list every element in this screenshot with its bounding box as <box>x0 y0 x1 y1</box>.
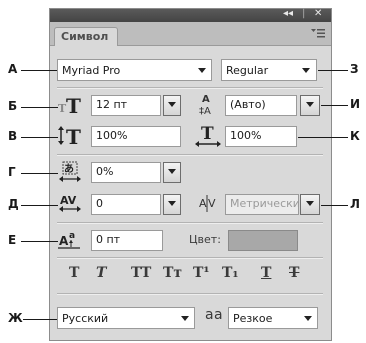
strikethrough-button[interactable]: T <box>289 265 299 281</box>
subscript-button[interactable]: T₁ <box>222 265 239 281</box>
leading-field[interactable]: (Авто) <box>225 95 297 116</box>
font-size-field[interactable]: 12 пт <box>91 95 161 116</box>
antialias-icon: a a <box>205 307 223 323</box>
font-family-value: Myriad Pro <box>62 64 121 77</box>
font-size-dropdown-button[interactable] <box>163 95 181 116</box>
svg-text:a: a <box>69 231 75 241</box>
chevron-down-icon <box>168 201 176 206</box>
tracking-icon: AV <box>59 194 81 212</box>
svg-text:V: V <box>208 197 216 210</box>
language-dropdown[interactable]: Русский <box>57 307 195 329</box>
separator <box>57 222 323 224</box>
callout-zh: Ж <box>8 311 23 325</box>
chevron-down-icon <box>304 316 312 321</box>
font-style-dropdown[interactable]: Regular <box>221 59 317 81</box>
callout-z: З <box>350 62 359 76</box>
callout-d: Д <box>8 197 19 211</box>
leader-line <box>318 70 348 71</box>
svg-text:T: T <box>66 126 81 146</box>
leader-line <box>21 205 58 206</box>
kerning-icon: A V <box>199 195 216 212</box>
svg-text:A: A <box>59 234 69 248</box>
tab-character[interactable]: Символ <box>54 27 118 46</box>
tsume-field[interactable]: 0% <box>91 162 161 183</box>
callout-v: В <box>8 129 18 143</box>
language-value: Русский <box>62 312 109 325</box>
callout-l: Л <box>350 197 360 211</box>
callout-i: И <box>350 97 361 111</box>
callout-k: К <box>350 129 360 143</box>
leader-line <box>321 105 348 106</box>
chevron-down-icon <box>168 169 176 174</box>
horizontal-scale-icon: T <box>195 124 221 147</box>
leader-line <box>21 241 58 242</box>
leader-line <box>321 205 348 206</box>
panel-titlebar: ◂◂ | ✕ <box>50 8 331 22</box>
tsume-dropdown-button[interactable] <box>163 162 181 183</box>
vertical-scale-icon: T <box>58 126 81 146</box>
callout-b: Б <box>8 99 18 113</box>
chevron-down-icon <box>181 316 189 321</box>
leader-line <box>21 70 57 71</box>
chevron-down-icon <box>198 68 206 73</box>
leader-line <box>21 107 58 108</box>
separator <box>57 87 323 89</box>
chevron-down-icon <box>302 68 310 73</box>
small-caps-button[interactable]: Tт <box>163 265 182 281</box>
tracking-field[interactable]: 0 <box>91 194 161 215</box>
svg-text:T: T <box>201 124 214 144</box>
font-style-value: Regular <box>226 64 269 77</box>
svg-text:A: A <box>199 197 207 210</box>
color-swatch[interactable] <box>228 230 298 251</box>
separator <box>57 154 323 156</box>
svg-text:‡A: ‡A <box>199 106 211 116</box>
leader-line <box>21 173 58 174</box>
leading-icon: A ‡A <box>199 94 211 116</box>
color-label: Цвет: <box>189 233 221 246</box>
svg-text:あ: あ <box>64 162 74 175</box>
chevron-down-icon <box>306 201 314 206</box>
horizontal-scale-field[interactable]: 100% <box>225 126 297 147</box>
collapse-icon[interactable]: ◂◂ <box>283 8 293 19</box>
antialias-value: Резкое <box>233 312 273 325</box>
tsume-icon: あ <box>59 161 81 182</box>
leader-line <box>21 137 58 138</box>
kerning-dropdown-button[interactable] <box>300 194 320 215</box>
vertical-scale-field[interactable]: 100% <box>91 126 181 147</box>
faux-bold-button[interactable]: T <box>69 265 79 281</box>
baseline-shift-icon: A a <box>58 231 80 249</box>
svg-text:AV: AV <box>60 194 77 207</box>
leader-line <box>23 319 57 320</box>
superscript-button[interactable]: T¹ <box>193 265 210 281</box>
separator <box>57 293 323 295</box>
callout-g: Г <box>8 165 16 179</box>
close-icon[interactable]: ✕ <box>314 8 322 19</box>
callout-a: А <box>8 62 18 76</box>
baseline-shift-field[interactable]: 0 пт <box>91 230 163 251</box>
faux-italic-button[interactable]: T <box>96 265 106 281</box>
panel-menu-icon[interactable] <box>311 28 325 38</box>
tab-row: Символ <box>50 22 331 46</box>
titlebar-divider: | <box>302 8 306 19</box>
tracking-dropdown-button[interactable] <box>163 194 181 215</box>
antialias-dropdown[interactable]: Резкое <box>228 307 318 329</box>
font-size-icon: T T <box>58 95 81 115</box>
leading-dropdown-button[interactable] <box>300 95 320 116</box>
font-family-dropdown[interactable]: Myriad Pro <box>57 59 212 81</box>
underline-button[interactable]: T <box>261 265 271 281</box>
kerning-field[interactable]: Метрически <box>225 194 299 215</box>
chevron-down-icon <box>168 102 176 107</box>
callout-e: Е <box>8 233 17 247</box>
svg-text:T: T <box>66 95 81 115</box>
chevron-down-icon <box>306 102 314 107</box>
separator <box>57 257 323 259</box>
svg-text:A: A <box>202 94 210 105</box>
leader-line <box>298 137 348 138</box>
all-caps-button[interactable]: TT <box>131 265 151 281</box>
